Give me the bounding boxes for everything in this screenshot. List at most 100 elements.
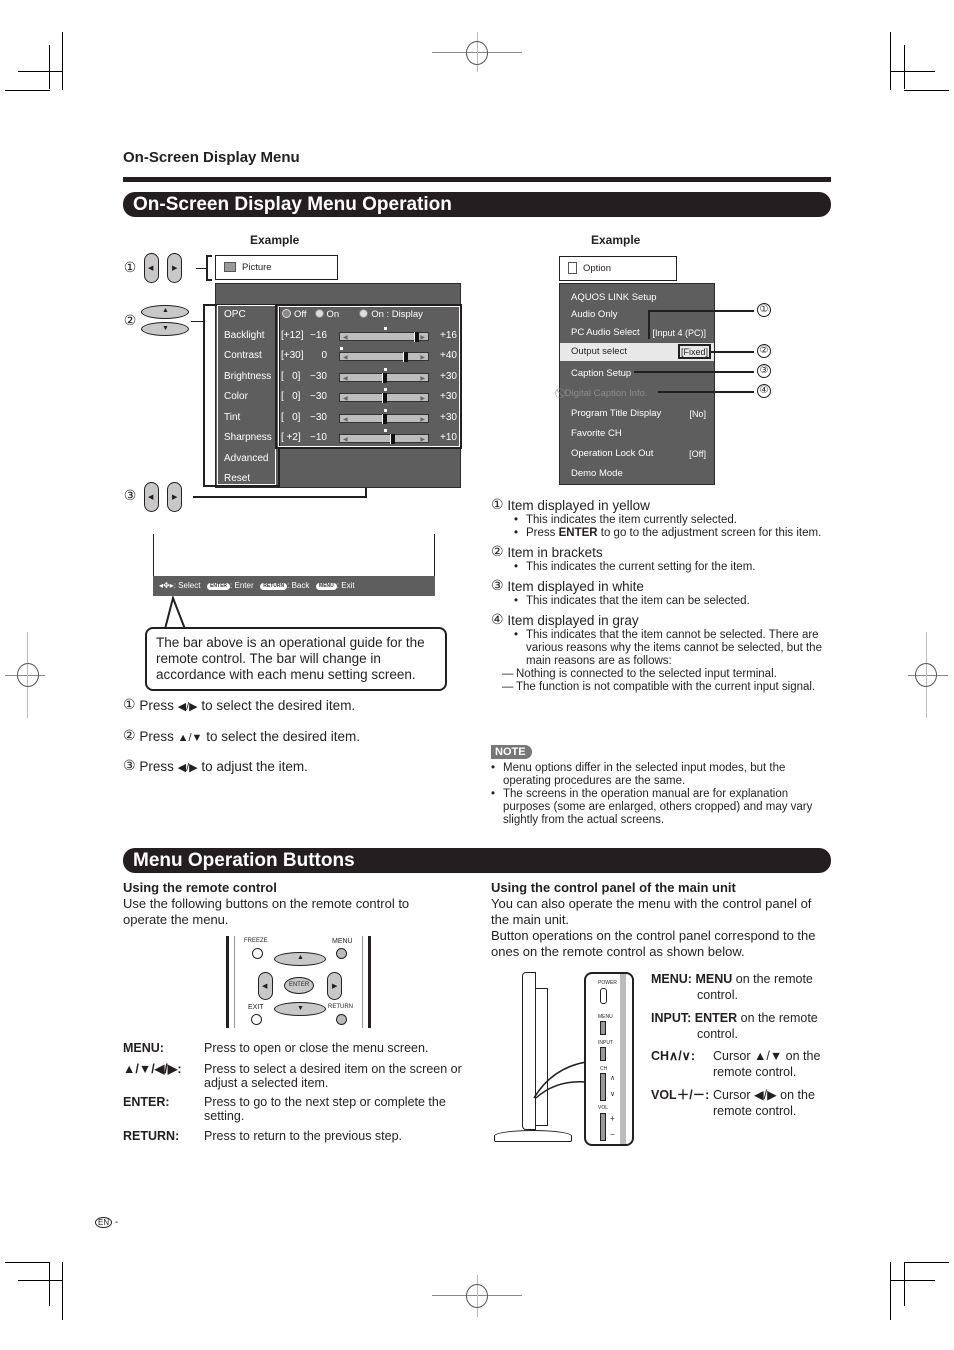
osd-menu-title: Picture (215, 255, 338, 280)
item-list-highlight (217, 305, 276, 485)
connector-line (710, 351, 754, 353)
adjustment-highlight (278, 306, 460, 447)
registration-mark (466, 41, 488, 65)
legend-bullet: This indicates that the item can be sele… (514, 595, 831, 608)
zoom-pointer-lines (533, 1061, 587, 1099)
power-label: POWER (598, 980, 617, 986)
osd-item-program-title-display[interactable]: Program Title Display (571, 404, 661, 424)
connector-line (196, 268, 206, 269)
item-value: [No] (689, 409, 706, 419)
section-label: On-Screen Display Menu (123, 149, 300, 166)
input-label: INPUT (598, 1040, 613, 1046)
return-button-icon: RETURN (260, 583, 288, 590)
crop-mark (904, 1262, 905, 1306)
connector-line (648, 310, 754, 312)
marker-4: ④ (757, 384, 771, 398)
picture-icon (224, 262, 236, 273)
remote-heading: Using the remote control (123, 880, 277, 895)
guide-back: : Back (287, 581, 310, 590)
remote-section: Using the remote control Use the followi… (123, 880, 453, 928)
registration-mark (915, 663, 937, 687)
legend-item-2: ② Item in bracketsThis indicates the cur… (491, 544, 831, 574)
tv-stand (494, 1130, 572, 1142)
definition-desc: Press to select a desired item on the sc… (204, 1062, 462, 1090)
menu-panel-label: MENU (598, 1014, 613, 1020)
step-1: ① Press ◀/▶ to select the desired item. (123, 697, 355, 713)
item-label: Digital Caption Info. (564, 388, 648, 399)
osd-item-caption-setup[interactable]: Caption Setup (571, 364, 631, 384)
definition-desc: Press to go to the next step or complete… (204, 1095, 446, 1123)
crop-mark (890, 32, 891, 90)
freeze-label: FREEZE (244, 938, 268, 944)
step-pre: Press (139, 698, 174, 713)
vol-plus-icon: + (610, 1114, 615, 1123)
osd-item-operation-lock-out[interactable]: Operation Lock Out (571, 444, 653, 464)
crop-mark (890, 1262, 891, 1320)
vol-button (600, 1113, 606, 1141)
crop-mark (5, 1262, 50, 1263)
menu-label: MENU (332, 938, 353, 945)
item-value: [Input 4 (PC)] (652, 328, 706, 338)
legend-title-text: Item displayed in white (507, 579, 644, 594)
right-arrow-button-icon: ▶ (167, 482, 182, 512)
step-post: to adjust the item. (201, 759, 308, 774)
crop-mark (18, 1280, 63, 1281)
panel-definition: VOL＋/－: Cursor ◀/▶ on the remote control… (651, 1087, 831, 1119)
osd-item-audio-only[interactable]: Audio Only (571, 305, 617, 325)
registration-mark (466, 1284, 488, 1308)
definition-key: INPUT: (651, 1011, 692, 1025)
osd-option-menu: AQUOS LINK Setup Audio Only PC Audio Selec… (559, 283, 715, 485)
legend-title: ② Item in brackets (491, 544, 831, 561)
input-button (600, 1047, 606, 1061)
section-banner-menu-buttons: Menu Operation Buttons (123, 848, 831, 873)
connector-line (658, 391, 754, 393)
item-label: Output select (571, 346, 627, 357)
legend-title-text: Item in brackets (507, 545, 603, 560)
tv-side-illustration: POWER MENU INPUT CH ∧ ∨ VOL + − (492, 970, 640, 1148)
legend-number: ③ (491, 577, 504, 593)
legend-dash-item: — Nothing is connected to the selected in… (502, 668, 831, 681)
ch-label: CH (600, 1066, 608, 1072)
osd-item-favorite-ch[interactable]: Favorite CH (571, 424, 622, 444)
step-number: ② (123, 726, 136, 743)
step-2: ② Press ▲/▼ to select the desired item. (123, 726, 360, 744)
tv-back (536, 988, 548, 1126)
panel-definition: INPUT: ENTER on the remote control. (651, 1010, 831, 1042)
definition-desc: Press to return to the previous step. (204, 1129, 403, 1143)
cross-arrows-icon: ◂✥▸ (159, 581, 174, 590)
vol-label: VOL (598, 1105, 609, 1111)
step-number: ③ (123, 757, 136, 773)
legend-item-1: ① Item displayed in yellowThis indicates… (491, 497, 831, 540)
legend-dash-item: — The function is not compatible with the… (502, 681, 831, 694)
section-banner-osd-operation: On-Screen Display Menu Operation (123, 192, 831, 217)
legend-title: ③ Item displayed in white (491, 577, 831, 595)
left-arrow-button-icon: ◀ (144, 482, 159, 512)
header-rule (123, 177, 831, 182)
page-number: - (114, 1217, 119, 1228)
marker-1: ① (757, 303, 771, 317)
marker-2: ② (123, 312, 137, 328)
power-button (600, 988, 607, 1004)
item-label: Program Title Display (571, 408, 662, 419)
marker-3: ③ (757, 364, 771, 378)
enter-button: ENTER (284, 977, 314, 994)
freeze-button (252, 948, 263, 959)
return-label: RETURN (328, 1004, 353, 1010)
guide-bar-callout: The bar above is an operational guide fo… (145, 627, 447, 691)
osd-item-output-select[interactable]: Output select (571, 342, 627, 362)
enter-key-text: ENTER (558, 527, 598, 539)
connector-line (191, 321, 203, 322)
crop-mark (62, 32, 63, 90)
text: to go to the adjustment screen for this … (597, 527, 822, 539)
dash: — (502, 681, 514, 693)
marker-2: ② (757, 344, 771, 358)
item-label: Caption Setup (571, 368, 632, 379)
menu-button (336, 948, 347, 959)
guide-enter: : Enter (230, 581, 254, 590)
text: The function is not compatible with the … (516, 681, 816, 693)
language-badge: EN (95, 1217, 113, 1228)
left-arrow-button-icon: ◀ (144, 253, 159, 283)
osd-item-demo-mode[interactable]: Demo Mode (571, 464, 623, 484)
osd-item-pc-audio-select[interactable]: PC Audio Select (571, 323, 640, 343)
registration-mark (17, 663, 39, 687)
